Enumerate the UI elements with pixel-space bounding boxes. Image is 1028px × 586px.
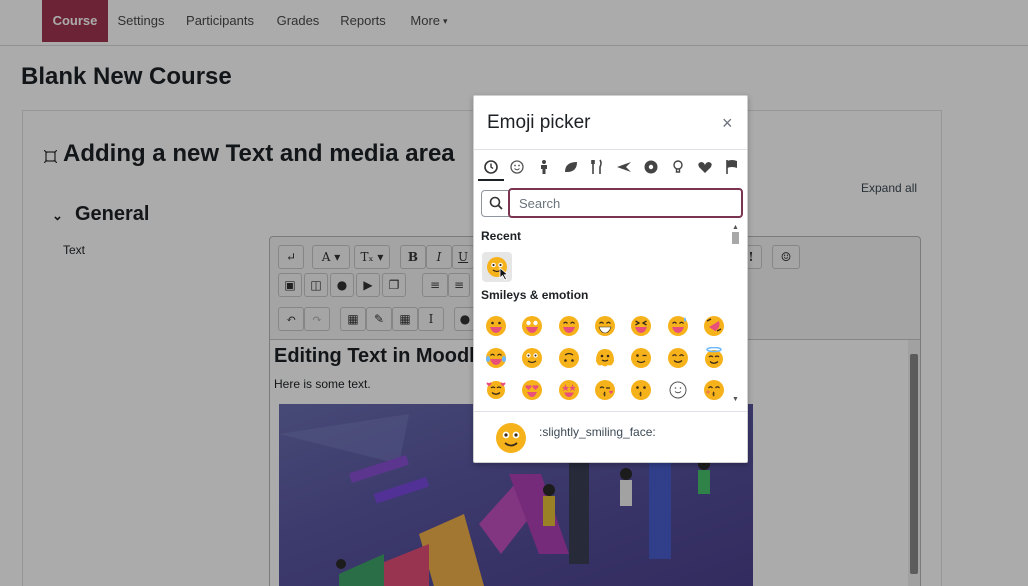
emoji-list-scrollbar[interactable]: ▲ ▼: [731, 224, 741, 406]
emoji-picker-dialog: Emoji picker × Recent Smileys & emotion: [473, 95, 748, 463]
leaf-icon[interactable]: [562, 158, 580, 176]
close-icon[interactable]: ×: [722, 114, 733, 132]
preview-emoji: [496, 423, 526, 453]
recent-label: Recent: [481, 229, 522, 243]
search-input[interactable]: [508, 188, 743, 218]
recent-emoji[interactable]: [482, 252, 512, 282]
smiling-eyes-emoji[interactable]: [667, 347, 689, 369]
emoji-list-scroll-thumb[interactable]: [732, 232, 739, 244]
clock-icon[interactable]: [482, 158, 500, 176]
smiling-face-emoji[interactable]: [667, 379, 689, 401]
scroll-down-arrow[interactable]: ▼: [732, 396, 739, 403]
sweat-smile-emoji[interactable]: [667, 315, 689, 337]
slightly-smiling-face-emoji[interactable]: [521, 347, 543, 369]
halo-face-emoji[interactable]: [703, 347, 725, 369]
winking-face-emoji[interactable]: [630, 347, 652, 369]
grinning-big-eyes-emoji[interactable]: [521, 315, 543, 337]
tears-of-joy-emoji[interactable]: [485, 347, 507, 369]
dialog-title: Emoji picker: [487, 112, 591, 133]
search-icon: [489, 196, 503, 210]
utensils-icon[interactable]: [588, 158, 606, 176]
divider: [474, 411, 747, 412]
active-category-indicator: [478, 179, 504, 181]
rolling-laughing-emoji[interactable]: [703, 315, 725, 337]
divider: [474, 149, 747, 150]
search-button[interactable]: [481, 190, 511, 217]
grinning-face-emoji[interactable]: [485, 315, 507, 337]
heart-icon[interactable]: [696, 158, 714, 176]
smiling-hearts-emoji[interactable]: [485, 379, 507, 401]
emoji-list: Recent Smileys & emotion ▲ ▼: [474, 224, 747, 406]
star-struck-emoji[interactable]: [558, 379, 580, 401]
slightly-smiling-face-emoji: [487, 257, 509, 281]
plane-icon[interactable]: [615, 158, 633, 176]
beaming-face-emoji[interactable]: [594, 315, 616, 337]
face-blowing-kiss-emoji[interactable]: [594, 379, 616, 401]
kissing-closed-eyes-emoji[interactable]: [703, 379, 725, 401]
melting-face-emoji[interactable]: [594, 347, 616, 369]
lightbulb-icon[interactable]: [669, 158, 687, 176]
soccer-ball-icon[interactable]: [642, 158, 660, 176]
person-icon[interactable]: [535, 158, 553, 176]
squinting-face-emoji[interactable]: [630, 315, 652, 337]
smileys-label: Smileys & emotion: [481, 288, 589, 302]
flag-icon[interactable]: [723, 158, 741, 176]
smiley-icon[interactable]: [508, 158, 526, 176]
grinning-smiling-eyes-emoji[interactable]: [558, 315, 580, 337]
heart-eyes-emoji[interactable]: [521, 379, 543, 401]
scroll-up-arrow[interactable]: ▲: [732, 224, 739, 231]
kissing-face-emoji[interactable]: [630, 379, 652, 401]
preview-emoji-name: :slightly_smiling_face:: [539, 425, 656, 439]
upside-down-face-emoji[interactable]: [558, 347, 580, 369]
